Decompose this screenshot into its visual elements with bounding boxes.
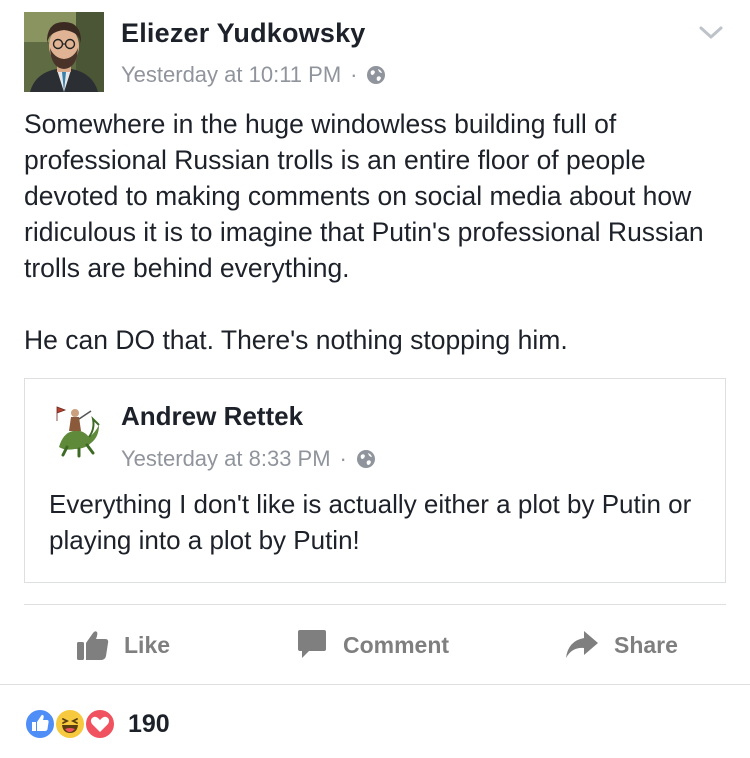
like-button[interactable]: Like (76, 606, 170, 684)
shared-author-avatar[interactable] (49, 403, 105, 459)
haha-reaction-icon (54, 708, 86, 740)
shared-post-body: Everything I don't like is actually eith… (49, 489, 692, 555)
thumbs-up-icon (77, 631, 109, 660)
author-avatar[interactable] (24, 12, 104, 92)
post-meta: Yesterday at 10:11 PM · (121, 62, 386, 88)
comment-icon (298, 630, 326, 658)
reaction-icons (24, 706, 122, 742)
divider (0, 684, 750, 685)
meta-separator: · (339, 446, 347, 471)
comment-label: Comment (343, 631, 450, 658)
post-paragraph: He can DO that. There's nothing stopping… (24, 325, 568, 355)
shared-post-meta: Yesterday at 8:33 PM · (121, 446, 376, 472)
reaction-count[interactable]: 190 (128, 710, 170, 739)
globe-icon[interactable] (366, 65, 386, 85)
meta-separator: · (350, 62, 358, 87)
post-header: Eliezer Yudkowsky Yesterday at 10:11 PM … (24, 12, 726, 94)
globe-icon[interactable] (356, 449, 376, 469)
comment-button[interactable]: Comment (295, 606, 449, 684)
like-label: Like (124, 631, 171, 658)
action-bar: Like Comment Share (24, 606, 726, 684)
like-reaction-icon (24, 708, 56, 740)
post-timestamp[interactable]: Yesterday at 10:11 PM (121, 62, 341, 88)
divider (24, 604, 726, 605)
author-name[interactable]: Eliezer Yudkowsky (121, 18, 366, 49)
shared-post-timestamp[interactable]: Yesterday at 8:33 PM (121, 446, 331, 472)
share-icon (566, 631, 598, 658)
post-paragraph: Somewhere in the huge windowless buildin… (24, 109, 704, 283)
shared-post-card[interactable]: Andrew Rettek Yesterday at 8:33 PM · Eve… (24, 378, 726, 583)
share-button[interactable]: Share (564, 606, 678, 684)
love-reaction-icon (84, 708, 116, 740)
share-label: Share (614, 631, 678, 658)
post-body: Somewhere in the huge windowless buildin… (24, 106, 730, 358)
shared-author-name[interactable]: Andrew Rettek (121, 401, 303, 432)
chevron-down-icon[interactable] (696, 20, 726, 44)
reactions-summary[interactable]: 190 (24, 706, 170, 742)
